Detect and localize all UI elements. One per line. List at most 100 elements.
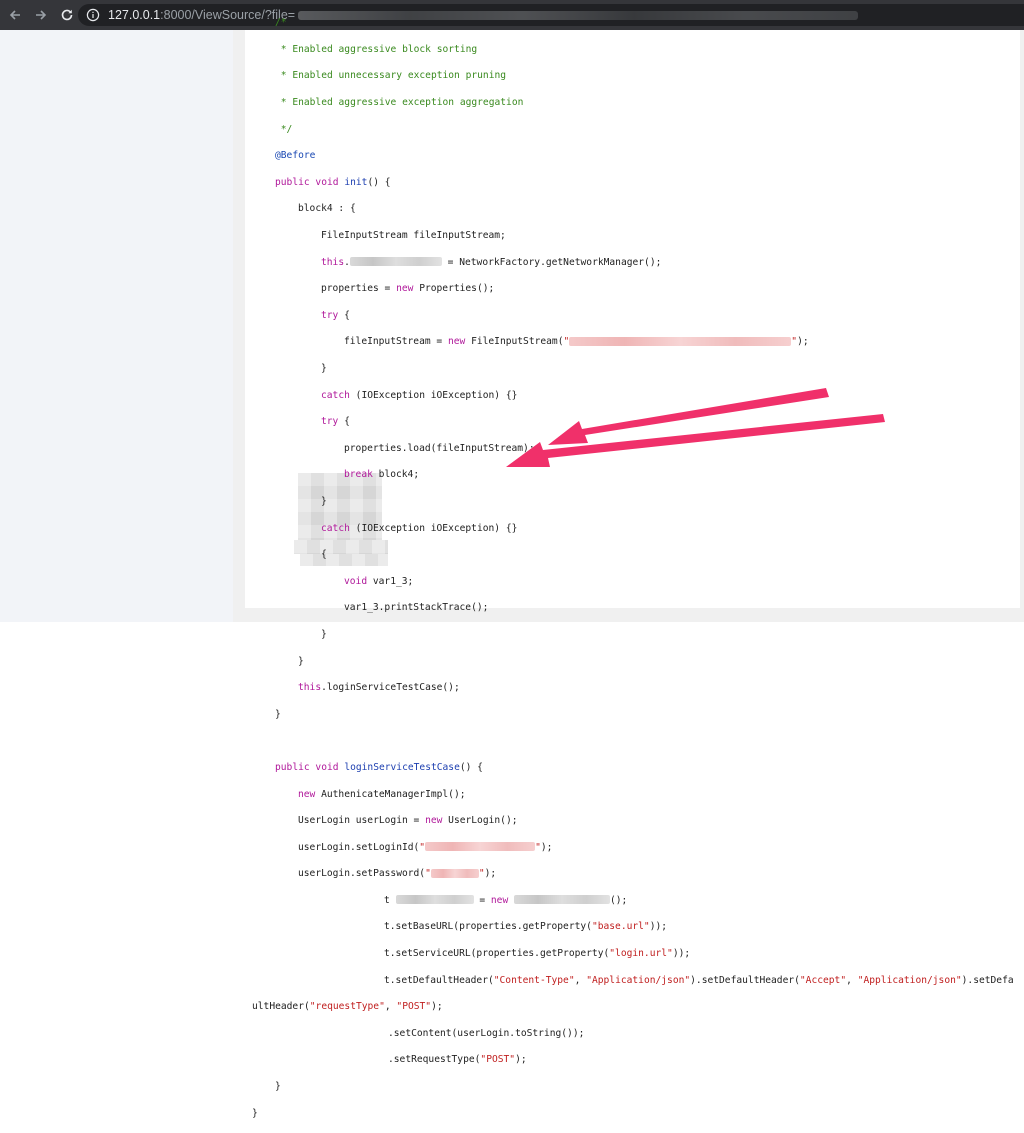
keyword: public void [275, 761, 339, 773]
code-text: } [252, 1107, 258, 1119]
code-line: public void init() { [252, 176, 1022, 189]
forward-arrow-icon[interactable] [30, 4, 52, 26]
string-quote: " [425, 868, 431, 880]
code-line: userLogin.setPassword(" "); [252, 867, 1022, 880]
code-line: .setContent(userLogin.toString()); [252, 1027, 1022, 1040]
code-text: (); [610, 894, 628, 906]
method-init: init [344, 176, 368, 188]
code-text: ); [484, 868, 497, 880]
code-line: catch (IOException iOException) {} [252, 389, 1022, 402]
comment-line: * Enabled unnecessary exception pruning [275, 70, 507, 82]
code-text: t [384, 894, 390, 906]
code-text: t.setServiceURL(properties.getProperty( [384, 948, 610, 960]
code-text: } [275, 708, 281, 720]
code-line: } [252, 1080, 1022, 1093]
comment-open: /* [275, 17, 287, 29]
code-text: ); [515, 1054, 527, 1066]
info-icon[interactable] [86, 8, 100, 22]
keyword: public void [275, 176, 339, 188]
keyword: this [321, 256, 345, 268]
code-line: try { [252, 309, 1022, 322]
code-text: fileInputStream = [344, 336, 448, 348]
code-text: ).setDefa [961, 974, 1014, 986]
code-text: = [473, 894, 491, 906]
code-line: public void loginServiceTestCase() { [252, 761, 1022, 774]
annotation-before: @Before [275, 150, 316, 162]
code-line: userLogin.setLoginId(" "); [252, 841, 1022, 854]
url-host: 127.0.0.1 [108, 8, 161, 22]
code-text: = NetworkFactory.getNetworkManager(); [441, 256, 662, 268]
keyword: new [447, 336, 466, 348]
code-line: properties.load(fileInputStream); [252, 442, 1022, 455]
code-line: this. = NetworkFactory.getNetworkManager… [321, 256, 662, 268]
code-line: t.setServiceURL(properties.getProperty("… [252, 947, 1022, 960]
code-line: /* [252, 16, 1022, 29]
keyword: new [425, 815, 443, 827]
code-line: t = new (); [252, 894, 1022, 907]
code-text: Properties(); [413, 283, 495, 295]
code-text: userLogin.setPassword( [298, 868, 426, 880]
code-line: } [252, 362, 1022, 375]
code-text: (IOException iOException) {} [349, 522, 518, 534]
code-line: */ [252, 123, 1022, 136]
code-text: } [275, 1081, 281, 1093]
code-line: FileInputStream fileInputStream; [252, 229, 1022, 242]
code-line: var1_3.printStackTrace(); [252, 601, 1022, 614]
code-text: ).setDefaultHeader( [690, 974, 800, 986]
code-line: block4 : { [252, 202, 1022, 215]
string-literal: "login.url" [609, 948, 673, 960]
comment-line: * Enabled aggressive block sorting [275, 43, 478, 55]
redacted-field [349, 257, 442, 267]
code-text: ); [431, 1001, 443, 1013]
code-text: var1_3.printStackTrace(); [344, 602, 489, 614]
reload-icon[interactable] [56, 4, 78, 26]
string-literal: "Content-Type" [493, 974, 575, 986]
code-line: try { [252, 415, 1022, 428]
code-text: .loginServiceTestCase(); [321, 682, 460, 694]
string-literal: "Application/json" [857, 974, 962, 986]
code-text: .setRequestType( [388, 1054, 481, 1066]
keyword: void [344, 575, 368, 587]
code-line: * Enabled aggressive block sorting [252, 43, 1022, 56]
string-literal: "POST" [396, 1001, 432, 1013]
code-line: @Before [252, 149, 1022, 162]
code-text: } [321, 628, 327, 640]
code-text: () { [367, 176, 391, 188]
keyword: new [490, 894, 509, 906]
code-text: FileInputStream( [465, 336, 564, 348]
code-text: ); [540, 841, 553, 853]
code-text: block4; [372, 469, 420, 481]
code-line: } [252, 655, 1022, 668]
code-line: * Enabled unnecessary exception pruning [252, 69, 1022, 82]
source-code: /* * Enabled aggressive block sorting * … [252, 3, 1022, 1133]
code-text: AuthenicateManagerImpl(); [315, 788, 466, 800]
comment-line: * Enabled aggressive exception aggregati… [275, 97, 524, 109]
code-line: t.setBaseURL(properties.getProperty("bas… [252, 920, 1022, 933]
code-line: fileInputStream = new FileInputStream(" "… [252, 335, 1022, 348]
code-text: t.setDefaultHeader( [384, 974, 494, 986]
code-text: } [321, 363, 327, 375]
back-arrow-icon[interactable] [4, 4, 26, 26]
code-text: } [321, 495, 327, 507]
code-text: .setContent(userLogin.toString()); [388, 1027, 585, 1039]
code-text: properties = [321, 283, 397, 295]
code-text: )); [672, 948, 691, 960]
code-text: } [298, 655, 304, 667]
code-text: UserLogin userLogin = [298, 815, 426, 827]
code-line: } [252, 708, 1022, 721]
keyword: catch [321, 389, 350, 401]
code-line: .setRequestType("POST"); [252, 1053, 1022, 1066]
code-line: break block4; [252, 468, 1022, 481]
keyword: new [396, 283, 414, 295]
keyword: this [298, 682, 322, 694]
keyword: catch [321, 522, 350, 534]
keyword: try [321, 416, 339, 428]
code-text: , [384, 1001, 397, 1013]
code-line: t.setDefaultHeader("Content-Type", "Appl… [252, 974, 1022, 987]
code-text: { [321, 549, 327, 561]
redacted-login-id [425, 842, 536, 852]
keyword: try [321, 309, 339, 321]
code-line: properties = new Properties(); [252, 282, 1022, 295]
code-text: () { [459, 761, 483, 773]
